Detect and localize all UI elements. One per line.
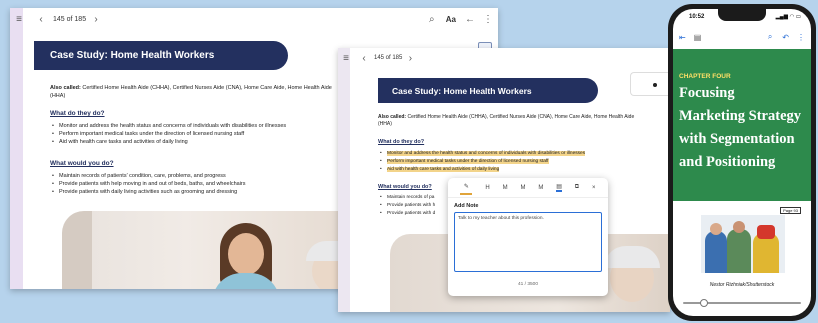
toolbar: ≡ ‹ 145 of 185 › ⌕ Aa ← ⋮: [10, 8, 498, 30]
heading-what-would: What would you do?: [50, 160, 114, 167]
back-arrow-icon[interactable]: ←: [464, 13, 476, 25]
heading-what-do: What do they do?: [378, 139, 425, 145]
list-item: Aid with health care tasks and activitie…: [52, 138, 352, 146]
panel-dot-icon[interactable]: [653, 83, 657, 87]
caregiver-photo: [62, 211, 372, 289]
search-icon[interactable]: ⌕: [768, 32, 772, 42]
also-called-label: Also called:: [378, 114, 407, 120]
note-text[interactable]: Talk to my teacher about this profession…: [458, 216, 544, 221]
title-line: and Positioning: [679, 154, 776, 170]
highlight-m3-button[interactable]: M: [538, 185, 543, 191]
more-icon[interactable]: ⋮: [797, 33, 805, 42]
note-toolbar: ✎ H M M M ▤ ⧉ ×: [448, 178, 608, 198]
banner-title-text: Case Study: Home Health Workers: [392, 85, 532, 96]
would-list: Maintain records of patients' condition,…: [52, 172, 352, 196]
do-list-highlighted[interactable]: Monitor and address the health status an…: [380, 150, 642, 174]
chapter-label: CHAPTER FOUR: [679, 73, 731, 80]
slider-knob[interactable]: [700, 299, 709, 307]
reading-progress-slider[interactable]: [683, 299, 801, 307]
heading-what-would: What would you do?: [378, 184, 432, 190]
heading-what-do: What do they do?: [50, 110, 105, 117]
page-counter: 145 of 185: [53, 15, 87, 23]
banner-title: Case Study: Home Health Workers: [378, 78, 598, 103]
list-item[interactable]: Perform important medical tasks under th…: [380, 158, 642, 166]
status-icons: ▂▄▆ ◠ ▭: [775, 14, 801, 20]
forward-chevron-icon[interactable]: ›: [90, 13, 102, 25]
highlight-pen-icon[interactable]: ✎: [460, 181, 473, 195]
list-item: Perform important medical tasks under th…: [52, 130, 352, 138]
close-icon[interactable]: ×: [592, 185, 596, 191]
list-item: Monitor and address the health status an…: [52, 122, 352, 130]
more-icon[interactable]: ⋮: [482, 13, 494, 25]
chapter-photo: [701, 215, 785, 273]
note-popup: ✎ H M M M ▤ ⧉ × Add Note Talk to my teac…: [448, 178, 608, 296]
highlight-h-button[interactable]: H: [485, 185, 489, 191]
copy-icon[interactable]: ⧉: [575, 184, 579, 191]
do-list: Monitor and address the health status an…: [52, 122, 352, 146]
phone-device: 10:52 ▂▄▆ ◠ ▭ ⇤ ▤ ⌕ ↶ ⋮ CHAPTER FOUR Foc…: [668, 4, 816, 321]
page-counter: 145 of 185: [374, 55, 403, 61]
title-line: with Segmentation: [679, 131, 795, 147]
photo-credit: Nestor Rizhniak/Shutterstock: [709, 282, 775, 288]
note-title: Add Note: [454, 203, 479, 209]
banner-title-text: Case Study: Home Health Workers: [50, 50, 215, 61]
left-sidebar-strip: [10, 8, 23, 289]
status-time: 10:52: [689, 14, 705, 20]
toolbar: ≡ ‹ 145 of 185 ›: [338, 48, 670, 68]
search-icon[interactable]: ⌕: [426, 13, 438, 25]
forward-chevron-icon[interactable]: ›: [404, 52, 416, 64]
note-textarea[interactable]: Talk to my teacher about this profession…: [454, 212, 602, 272]
list-item: Provide patients with help moving in and…: [52, 180, 352, 188]
page-badge: Page 93: [780, 207, 801, 214]
back-arrow-icon[interactable]: ↶: [782, 33, 789, 42]
list-item[interactable]: Monitor and address the health status an…: [380, 150, 642, 158]
phone-toolbar: ⇤ ▤ ⌕ ↶ ⋮: [673, 29, 811, 45]
phone-screen: 10:52 ▂▄▆ ◠ ▭ ⇤ ▤ ⌕ ↶ ⋮ CHAPTER FOUR Foc…: [673, 9, 811, 316]
also-called-paragraph: Also called: Certified Home Health Aide …: [378, 114, 636, 128]
highlight-m-button[interactable]: M: [503, 185, 508, 191]
highlight-m2-button[interactable]: M: [520, 185, 525, 191]
highlighted-text[interactable]: Perform important medical tasks under th…: [387, 159, 549, 164]
note-counter: 41 / 3500: [517, 282, 538, 287]
back-chevron-icon[interactable]: ‹: [35, 13, 47, 25]
also-called-paragraph: Also called: Certified Home Health Aide …: [50, 84, 340, 100]
chapter-cover: CHAPTER FOUR Focusing Marketing Strategy…: [673, 49, 811, 201]
menu-icon[interactable]: ≡: [13, 13, 25, 25]
highlighted-text[interactable]: Aid with health care tasks and activitie…: [387, 167, 500, 172]
font-settings-button[interactable]: Aa: [446, 15, 456, 24]
banner-title: Case Study: Home Health Workers: [34, 41, 288, 70]
chapter-title: Focusing Marketing Strategy with Segment…: [679, 82, 805, 174]
reader-window-note: ≡ ‹ 145 of 185 › Case Study: Home Health…: [338, 48, 670, 312]
list-item[interactable]: Aid with health care tasks and activitie…: [380, 166, 642, 174]
title-line: Focusing: [679, 85, 735, 101]
also-called-text: Certified Home Health Aide (CHHA), Certi…: [50, 85, 332, 99]
title-line: Marketing Strategy: [679, 108, 802, 124]
menu-icon[interactable]: ≡: [340, 52, 352, 64]
note-icon[interactable]: ▤: [556, 183, 562, 192]
highlighted-text[interactable]: Monitor and address the health status an…: [387, 151, 586, 156]
right-panel: [630, 72, 670, 96]
exit-icon[interactable]: ⇤: [679, 33, 686, 42]
back-chevron-icon[interactable]: ‹: [358, 52, 370, 64]
list-item: Provide patients with daily living activ…: [52, 188, 352, 196]
also-called-text: Certified Home Health Aide (CHHA), Certi…: [378, 114, 635, 127]
list-item: Maintain records of patients' condition,…: [52, 172, 352, 180]
left-sidebar-strip: [338, 48, 350, 312]
notch: [718, 9, 766, 21]
also-called-label: Also called:: [50, 85, 81, 91]
toc-icon[interactable]: ▤: [694, 33, 702, 42]
